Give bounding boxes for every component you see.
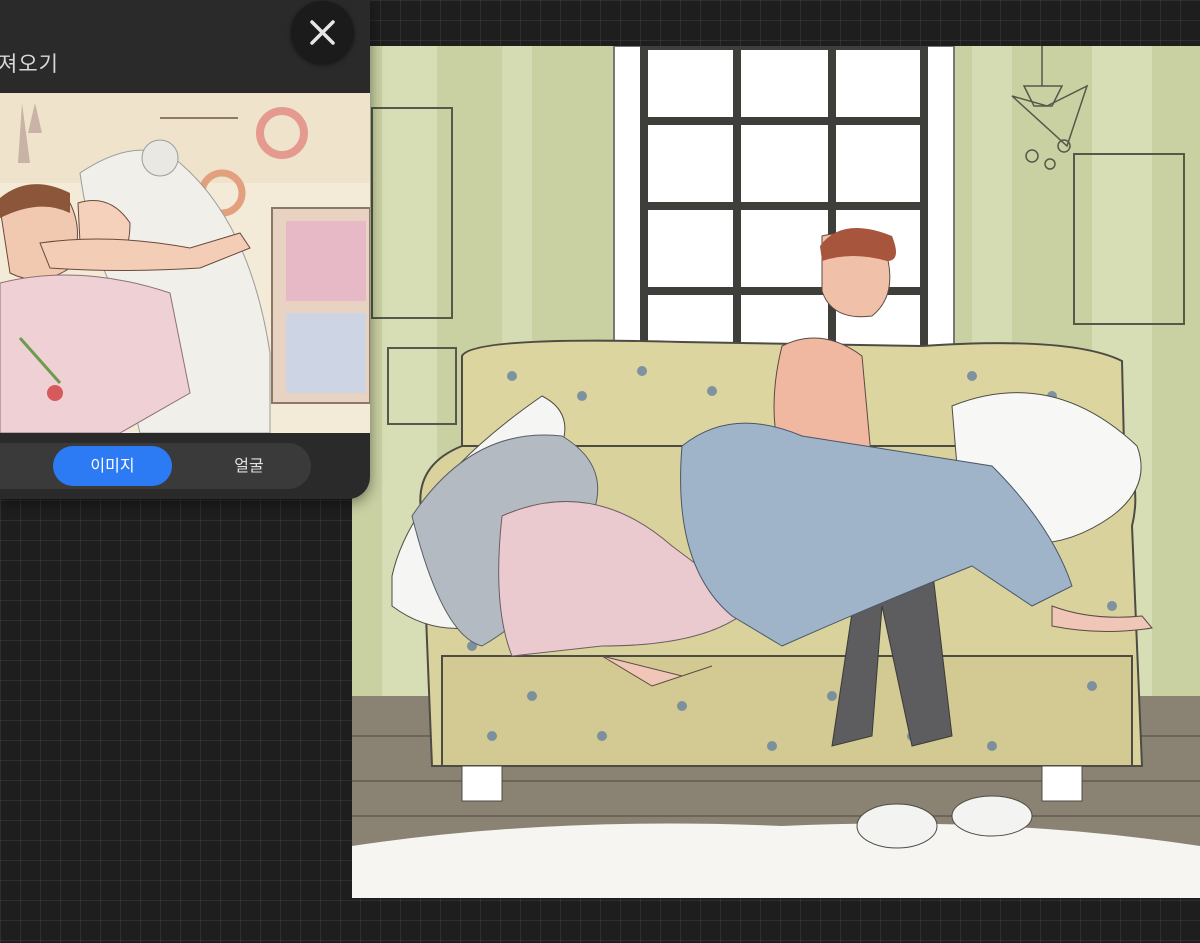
- tab-face[interactable]: 얼굴: [190, 446, 308, 486]
- reference-image[interactable]: [0, 93, 370, 433]
- reference-artwork: [0, 93, 370, 433]
- reference-title: 져오기: [0, 52, 59, 76]
- reference-mode-toggle[interactable]: 이미지 얼굴: [0, 443, 311, 489]
- reference-panel: 져오기 이미지 얼굴: [0, 0, 370, 499]
- close-icon: [310, 20, 335, 45]
- close-button[interactable]: [291, 1, 354, 64]
- canvas-artwork: [352, 46, 1200, 898]
- drawing-canvas[interactable]: [352, 46, 1200, 898]
- tab-image[interactable]: 이미지: [53, 446, 172, 486]
